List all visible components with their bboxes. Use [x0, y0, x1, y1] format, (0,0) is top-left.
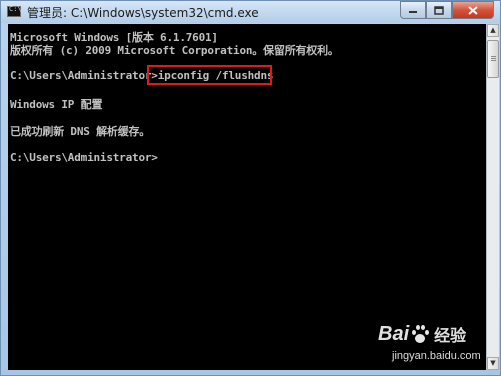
cmd-icon[interactable]	[7, 5, 22, 17]
watermark-brand-part2: 经验	[434, 326, 467, 345]
minimize-icon	[409, 11, 417, 13]
minimize-button[interactable]	[400, 1, 426, 19]
watermark-brand-part1: Bai	[378, 322, 410, 345]
close-button[interactable]	[452, 1, 494, 19]
title-bar[interactable]: 管理员: C:\Windows\system32\cmd.exe	[1, 1, 500, 23]
window-title: 管理员: C:\Windows\system32\cmd.exe	[27, 6, 259, 20]
baidu-paw-icon	[410, 324, 430, 344]
scroll-thumb[interactable]	[487, 40, 499, 78]
console-line-copyright: 版权所有 (c) 2009 Microsoft Corporation。保留所有…	[10, 44, 339, 57]
scroll-up-button[interactable]: ▲	[487, 24, 499, 37]
watermark-url: jingyan.baidu.com	[392, 350, 481, 362]
console-line-prompt: C:\Users\Administrator>	[10, 151, 158, 164]
console-line-ip-config: Windows IP 配置	[10, 98, 103, 111]
close-icon	[468, 5, 478, 15]
vertical-scrollbar[interactable]: ▲ ▼	[486, 24, 499, 370]
command-highlight-box	[147, 65, 272, 85]
maximize-icon	[434, 5, 444, 15]
grip-icon	[491, 56, 496, 62]
baidu-logo: Bai 经验	[378, 320, 466, 348]
baidu-watermark: Bai 经验 jingyan.baidu.com	[378, 320, 493, 370]
console-line-flush-success: 已成功刷新 DNS 解析缓存。	[10, 125, 151, 138]
window-controls	[400, 1, 494, 19]
maximize-button[interactable]	[426, 1, 452, 19]
console-output[interactable]: Microsoft Windows [版本 6.1.7601] 版权所有 (c)…	[8, 24, 486, 370]
